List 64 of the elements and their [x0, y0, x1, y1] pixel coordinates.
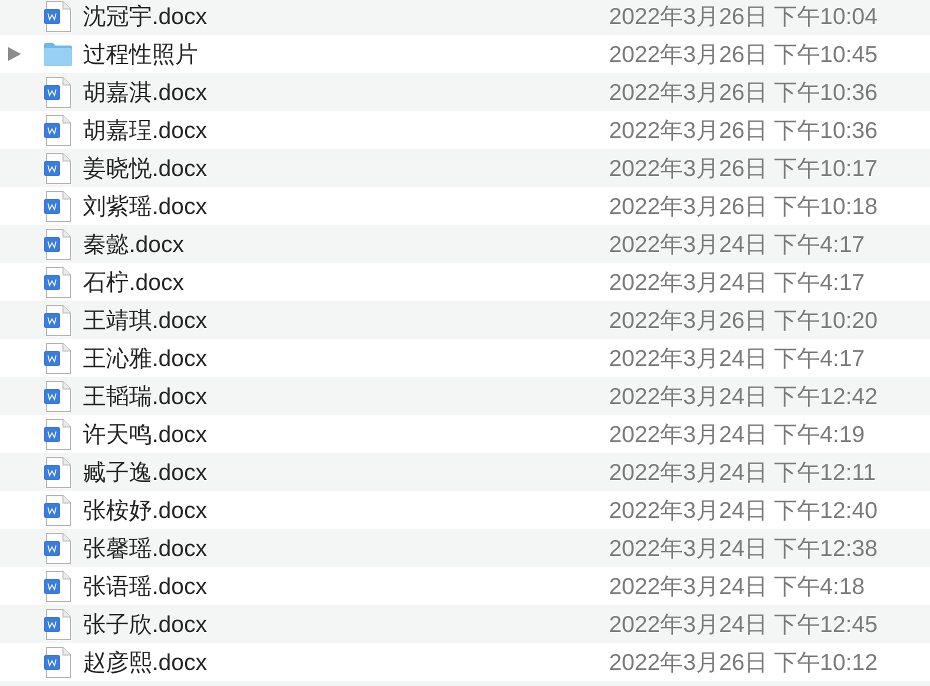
- file-name: 张馨瑶.docx: [83, 534, 208, 562]
- document-icon: [44, 114, 71, 146]
- document-icon: [44, 0, 71, 32]
- document-icon: [44, 646, 71, 678]
- modified-date: 2022年3月24日 下午4:19: [609, 420, 866, 448]
- modified-date: 2022年3月26日 下午10:04: [609, 2, 878, 30]
- file-row[interactable]: 胡嘉珵.docx 2022年3月26日 下午10:36: [0, 111, 930, 149]
- modified-date: 2022年3月24日 下午12:40: [609, 496, 878, 524]
- document-icon: [44, 342, 71, 374]
- file-name: 张桉妤.docx: [83, 496, 208, 524]
- document-icon: [44, 532, 71, 564]
- file-row[interactable]: 赵彦熙.docx 2022年3月26日 下午10:12: [0, 643, 930, 681]
- file-name: 秦懿.docx: [83, 230, 185, 258]
- document-icon: [44, 608, 71, 640]
- file-name: 张子欣.docx: [83, 610, 208, 638]
- file-row[interactable]: 石柠.docx 2022年3月24日 下午4:17: [0, 263, 930, 301]
- document-icon: [44, 494, 71, 526]
- file-name: 许天鸣.docx: [83, 420, 208, 448]
- modified-date: 2022年3月24日 下午12:42: [609, 382, 878, 410]
- document-icon: [44, 456, 71, 488]
- disclosure-triangle-icon[interactable]: [8, 47, 21, 61]
- file-name: 王韬瑞.docx: [83, 382, 208, 410]
- file-name: 刘紫瑶.docx: [83, 192, 208, 220]
- modified-date: 2022年3月26日 下午10:36: [609, 78, 878, 106]
- file-name: 过程性照片: [83, 40, 199, 68]
- document-icon: [44, 152, 71, 184]
- document-icon: [44, 228, 71, 260]
- modified-date: 2022年3月26日 下午10:17: [609, 154, 878, 182]
- file-name: 石柠.docx: [83, 268, 185, 296]
- file-name: 姜晓悦.docx: [83, 154, 208, 182]
- document-icon: [44, 570, 71, 602]
- file-name: 胡嘉淇.docx: [83, 78, 208, 106]
- modified-date: 2022年3月24日 下午12:38: [609, 534, 878, 562]
- file-name: 王靖琪.docx: [83, 306, 208, 334]
- modified-date: 2022年3月24日 下午4:17: [609, 344, 866, 372]
- file-name: 胡嘉珵.docx: [83, 116, 208, 144]
- modified-date: 2022年3月26日 下午10:12: [609, 648, 878, 676]
- document-icon: [44, 266, 71, 298]
- file-name: 张语瑶.docx: [83, 572, 208, 600]
- document-icon: [44, 418, 71, 450]
- document-icon: [44, 380, 71, 412]
- modified-date: 2022年3月26日 下午10:20: [609, 306, 878, 334]
- file-row[interactable]: 王沁雅.docx 2022年3月24日 下午4:17: [0, 339, 930, 377]
- modified-date: 2022年3月26日 下午10:18: [609, 192, 878, 220]
- file-name: 沈冠宇.docx: [83, 2, 208, 30]
- file-name: 王沁雅.docx: [83, 344, 208, 372]
- folder-icon: [43, 42, 73, 66]
- modified-date: 2022年3月26日 下午10:45: [609, 40, 878, 68]
- file-row[interactable]: 过程性照片 2022年3月26日 下午10:45: [0, 35, 930, 73]
- file-row[interactable]: 许天鸣.docx 2022年3月24日 下午4:19: [0, 415, 930, 453]
- modified-date: 2022年3月24日 下午4:17: [609, 230, 866, 258]
- file-row[interactable]: 张语瑶.docx 2022年3月24日 下午4:18: [0, 567, 930, 605]
- modified-date: 2022年3月24日 下午12:45: [609, 610, 878, 638]
- document-icon: [44, 190, 71, 222]
- file-row[interactable]: 张桉妤.docx 2022年3月24日 下午12:40: [0, 491, 930, 529]
- modified-date: 2022年3月26日 下午10:36: [609, 116, 878, 144]
- document-icon: [44, 76, 71, 108]
- modified-date: 2022年3月24日 下午4:18: [609, 572, 866, 600]
- document-icon: [44, 304, 71, 336]
- file-row[interactable]: 刘紫瑶.docx 2022年3月26日 下午10:18: [0, 187, 930, 225]
- file-name: 臧子逸.docx: [83, 458, 208, 486]
- modified-date: 2022年3月24日 下午4:17: [609, 268, 866, 296]
- file-name: 赵彦熙.docx: [83, 648, 208, 676]
- modified-date: 2022年3月24日 下午12:11: [609, 458, 877, 486]
